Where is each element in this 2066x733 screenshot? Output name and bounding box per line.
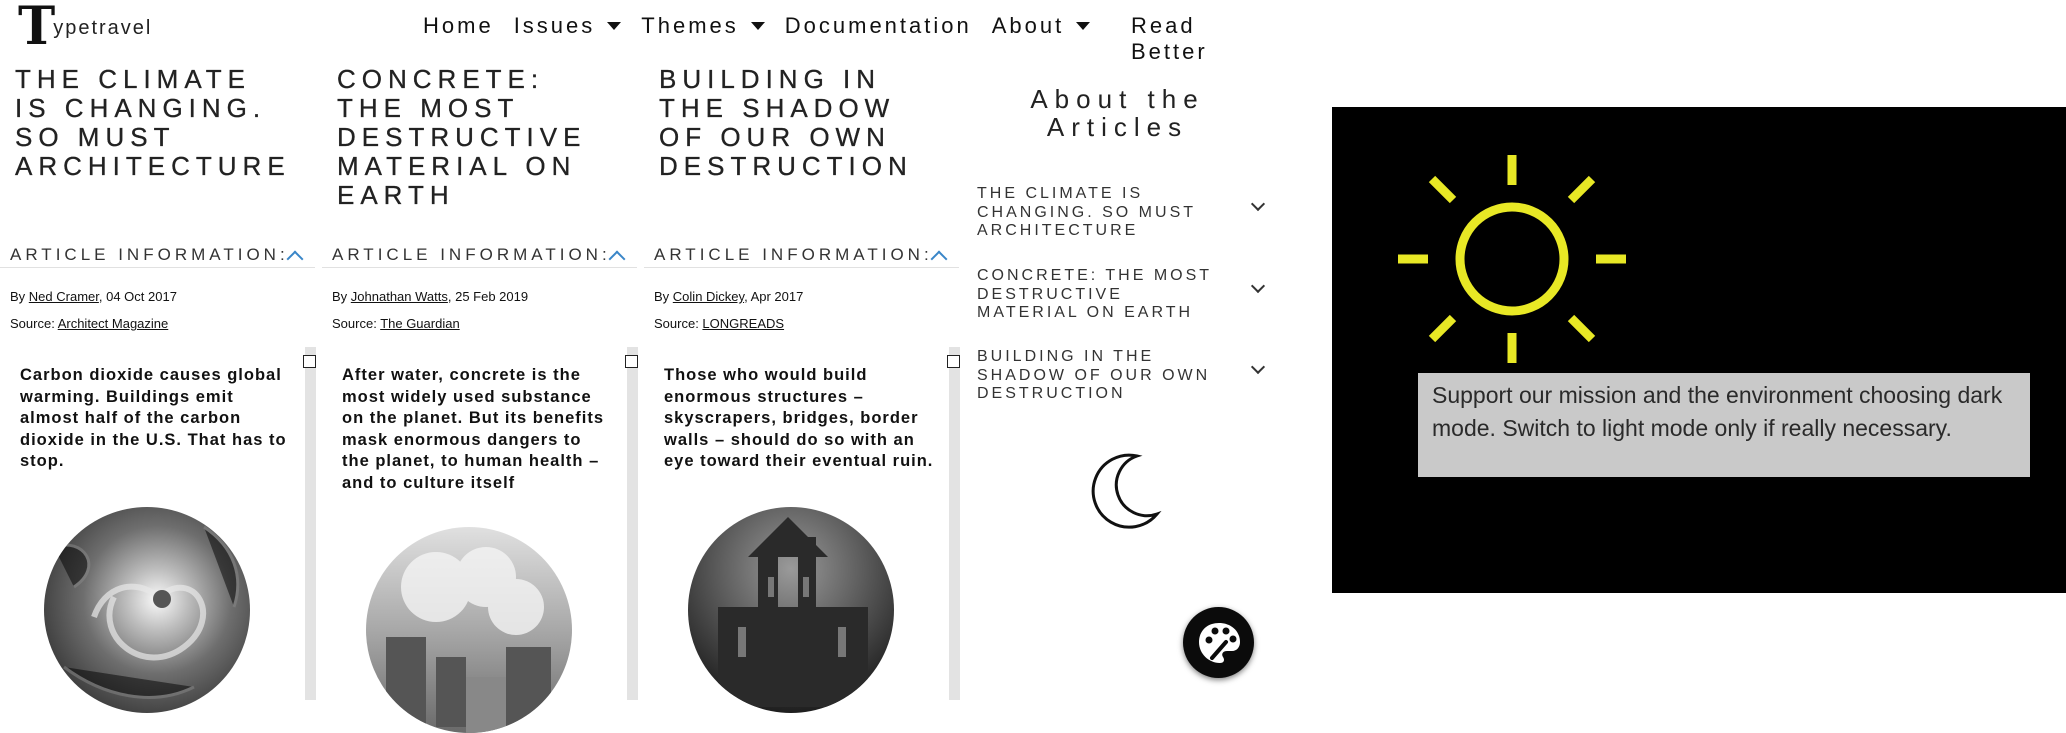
chevron-down-icon (1250, 196, 1266, 212)
about-item-concrete[interactable]: Concrete: the most destructive material … (977, 267, 1267, 323)
article-info-label: Article Information: (332, 245, 611, 264)
source-prefix: Source: (10, 316, 58, 331)
article-card[interactable]: Carbon dioxide causes global warming. Bu… (0, 347, 305, 713)
source-link[interactable]: Architect Magazine (58, 316, 169, 331)
nav-documentation[interactable]: Documentation (785, 13, 972, 39)
chevron-down-icon (1250, 359, 1266, 375)
source-link[interactable]: LONGREADS (702, 316, 784, 331)
article-title[interactable]: Concrete: the most destructive material … (337, 64, 622, 243)
article-column-2: Concrete: the most destructive material … (322, 64, 638, 733)
about-item-climate[interactable]: The Climate is Changing. So Must Archite… (977, 185, 1267, 241)
author-link[interactable]: Colin Dickey (673, 289, 744, 304)
about-item-label: The Climate is Changing. So Must Archite… (977, 185, 1196, 239)
source-link[interactable]: The Guardian (380, 316, 460, 331)
dark-mode-panel: Support our mission and the environment … (1332, 107, 2066, 593)
logo-text: ypetravel (53, 17, 153, 39)
article-column-3: Building in the Shadow of Our Own Destru… (644, 64, 960, 713)
by-prefix: By (654, 289, 673, 304)
article-date: , 04 Oct 2017 (98, 289, 177, 304)
nav-home[interactable]: Home (423, 13, 494, 39)
article-info-label: Article Information: (10, 245, 289, 264)
caret-down-icon (1076, 22, 1091, 30)
about-title-line2: Articles (1046, 112, 1189, 142)
chevron-down-icon (1250, 278, 1266, 294)
ruin-image (688, 507, 894, 713)
author-link[interactable]: Ned Cramer (29, 289, 99, 304)
author-link[interactable]: Johnathan Watts (351, 289, 448, 304)
article-excerpt: Carbon dioxide causes global warming. Bu… (20, 366, 287, 470)
nav-issues[interactable]: Issues (514, 13, 622, 39)
article-excerpt: Those who would build enormous structure… (664, 366, 934, 470)
article-meta: By Ned Cramer, 04 Oct 2017 Source: Archi… (10, 283, 177, 337)
article-info-label: Article Information: (654, 245, 933, 264)
article-title[interactable]: The Climate is Changing. So Must Archite… (15, 64, 300, 243)
article-info-toggle[interactable]: Article Information: (644, 243, 959, 268)
card-checkbox[interactable] (947, 355, 960, 368)
nav-themes[interactable]: Themes (641, 13, 765, 39)
main-nav: Home Issues Themes Documentation About (423, 13, 1110, 39)
chevron-up-icon (286, 250, 304, 268)
chevron-up-icon (608, 250, 626, 268)
by-prefix: By (332, 289, 351, 304)
hurricane-image (44, 507, 250, 713)
about-item-label: Concrete: the most destructive material … (977, 267, 1212, 321)
about-title-line1: About the (1030, 84, 1205, 114)
about-item-label: Building in the Shadow of Our Own Destru… (977, 348, 1211, 402)
card-scrollbar[interactable] (949, 347, 960, 700)
palette-button[interactable] (1183, 607, 1254, 678)
article-info-toggle[interactable]: Article Information: (322, 243, 637, 268)
palette-icon (1198, 622, 1240, 663)
logo[interactable]: T ypetravel (18, 0, 153, 57)
article-card[interactable]: Those who would build enormous structure… (644, 347, 949, 713)
source-prefix: Source: (332, 316, 381, 331)
article-date: , Apr 2017 (744, 289, 804, 304)
card-scrollbar[interactable] (627, 347, 638, 700)
demolition-image (366, 527, 572, 733)
article-card[interactable]: After water, concrete is the most widely… (322, 347, 627, 733)
logo-mark: T (18, 0, 55, 57)
article-excerpt: After water, concrete is the most widely… (342, 366, 605, 492)
by-prefix: By (10, 289, 29, 304)
source-prefix: Source: (654, 316, 703, 331)
nav-themes-label: Themes (641, 13, 739, 38)
about-articles-panel: About the Articles The Climate is Changi… (960, 65, 1275, 700)
article-column-1: The Climate is Changing. So Must Archite… (0, 64, 316, 713)
caret-down-icon (607, 22, 622, 30)
card-checkbox[interactable] (625, 355, 638, 368)
article-info-toggle[interactable]: Article Information: (0, 243, 315, 268)
card-checkbox[interactable] (303, 355, 316, 368)
nav-issues-label: Issues (513, 13, 596, 38)
sun-icon[interactable] (1392, 145, 1632, 390)
site-header: T ypetravel Home Issues Themes Documenta… (0, 0, 1275, 64)
article-title[interactable]: Building in the Shadow of Our Own Destru… (659, 64, 944, 243)
card-scrollbar[interactable] (305, 347, 316, 700)
caret-down-icon (750, 22, 765, 30)
read-better-link[interactable]: Read Better (1131, 13, 1275, 65)
article-meta: By Johnathan Watts, 25 Feb 2019 Source: … (332, 283, 528, 337)
dark-mode-tooltip: Support our mission and the environment … (1418, 373, 2030, 477)
nav-about[interactable]: About (992, 13, 1091, 39)
nav-home-label: Home (423, 13, 494, 38)
moon-icon[interactable] (1085, 450, 1165, 535)
about-title: About the Articles (960, 85, 1275, 141)
about-item-shadow[interactable]: Building in the Shadow of Our Own Destru… (977, 348, 1267, 404)
chevron-up-icon (930, 250, 948, 268)
article-meta: By Colin Dickey, Apr 2017 Source: LONGRE… (654, 283, 803, 337)
article-date: , 25 Feb 2019 (447, 289, 529, 304)
nav-documentation-label: Documentation (784, 13, 972, 38)
nav-about-label: About (991, 13, 1065, 38)
